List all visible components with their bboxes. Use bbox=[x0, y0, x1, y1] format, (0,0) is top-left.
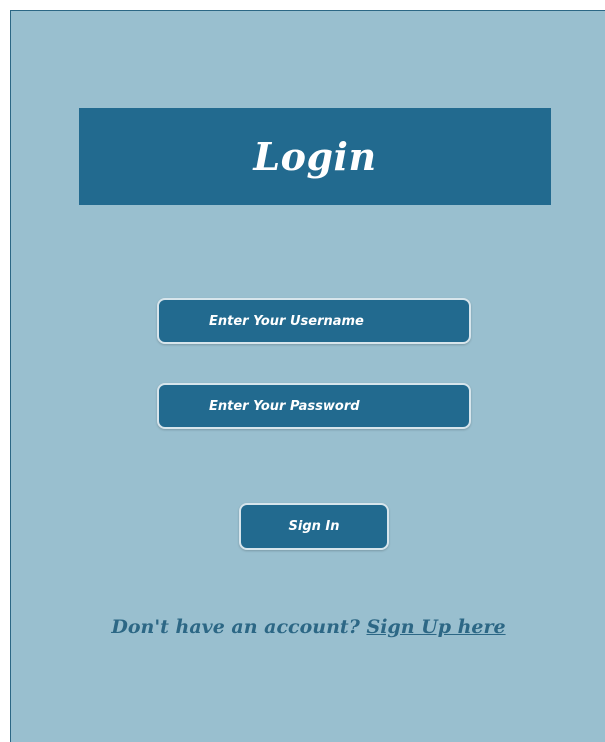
login-header: Login bbox=[79, 108, 551, 205]
username-input[interactable] bbox=[157, 298, 471, 344]
signup-link[interactable]: Sign Up here bbox=[366, 616, 505, 638]
login-panel: Login Sign In Don't have an account? Sig… bbox=[10, 10, 605, 742]
password-input[interactable] bbox=[157, 383, 471, 429]
page-title: Login bbox=[253, 134, 377, 179]
sign-in-button[interactable]: Sign In bbox=[239, 503, 389, 550]
signup-prompt: Don't have an account? Sign Up here bbox=[11, 616, 605, 638]
signup-prompt-text: Don't have an account? bbox=[111, 616, 360, 638]
